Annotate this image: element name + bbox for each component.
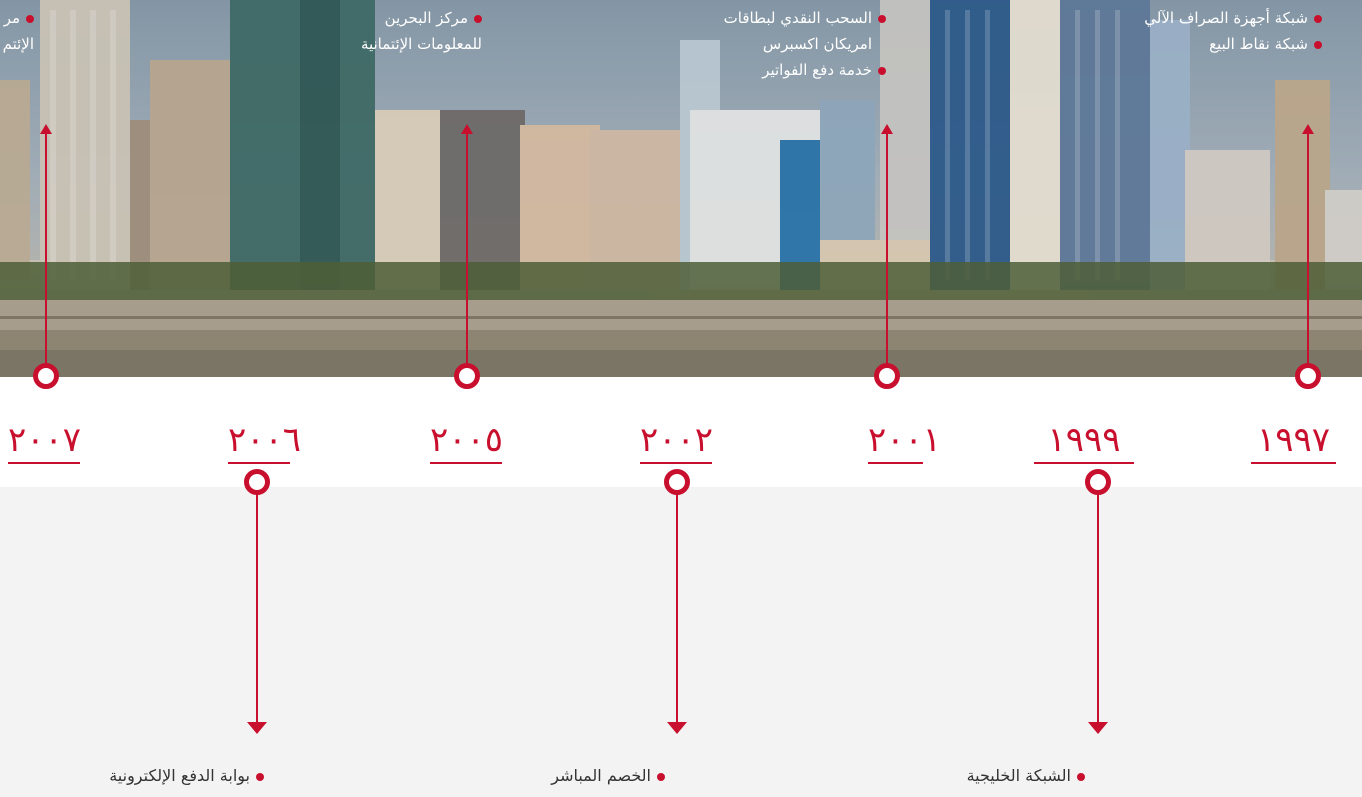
milestone-notes-2006: بوابة الدفع الإلكترونية <box>109 763 264 789</box>
arrow-down-icon <box>247 722 267 734</box>
lower-area <box>0 487 1362 797</box>
year-label: ١٩٩٧ <box>1256 420 1331 460</box>
bullet-icon <box>878 14 886 23</box>
timeline-node-1999[interactable] <box>1085 469 1111 495</box>
milestone-item: مر <box>3 5 34 31</box>
bullet-icon <box>1314 14 1322 23</box>
arrow-up-icon <box>461 124 473 134</box>
milestone-item: خدمة دفع الفواتير <box>724 57 886 83</box>
timeline-node-1997[interactable] <box>1295 363 1321 389</box>
year-underline <box>1034 462 1134 464</box>
bullet-icon <box>1314 40 1322 49</box>
arrow-up-icon <box>881 124 893 134</box>
bullet-icon <box>26 14 34 23</box>
timeline-node-2002[interactable] <box>664 469 690 495</box>
bullet-icon <box>1077 772 1085 781</box>
arrow-up-icon <box>40 124 52 134</box>
connector-line <box>45 134 47 366</box>
timeline-node-2001[interactable] <box>874 363 900 389</box>
year-underline <box>868 462 923 464</box>
connector-line <box>256 494 258 724</box>
bullet-icon <box>474 14 482 23</box>
milestone-notes-2007: مر الإئتم <box>3 5 34 57</box>
milestone-item: مركز البحرين <box>361 5 482 31</box>
connector-line <box>466 134 468 366</box>
connector-line <box>1307 134 1309 366</box>
bullet-icon <box>256 772 264 781</box>
year-label: ٢٠٠٢ <box>640 420 714 460</box>
timeline-section: ١٩٩٧ ١٩٩٩ ٢٠٠١ ٢٠٠٢ ٢٠٠٥ ٢٠٠٦ ٢٠٠٧ شبكة … <box>0 0 1362 797</box>
milestone-notes-2005: مركز البحرين للمعلومات الإئتمانية <box>361 5 482 57</box>
milestone-notes-1999: الشبكة الخليجية <box>967 763 1085 789</box>
milestone-notes-2001: السحب النقدي لبطاقات امريكان اكسبرس خدمة… <box>724 5 886 83</box>
year-underline <box>8 462 80 464</box>
milestone-item: شبكة نقاط البيع <box>1144 31 1322 57</box>
arrow-down-icon <box>667 722 687 734</box>
milestone-notes-2002: الخصم المباشر <box>551 763 665 789</box>
arrow-down-icon <box>1088 722 1108 734</box>
milestone-item: الإئتم <box>2 35 34 53</box>
milestone-item: السحب النقدي لبطاقات <box>724 5 886 31</box>
year-label: ٢٠٠٧ <box>8 420 82 460</box>
arrow-up-icon <box>1302 124 1314 134</box>
milestone-item: امريكان اكسبرس <box>762 35 872 53</box>
timeline-node-2005[interactable] <box>454 363 480 389</box>
year-label: ٢٠٠٦ <box>228 420 302 460</box>
timeline-node-2006[interactable] <box>244 469 270 495</box>
connector-line <box>676 494 678 724</box>
year-label: ٢٠٠١ <box>868 420 942 460</box>
year-label: ١٩٩٩ <box>1047 420 1121 460</box>
year-underline <box>228 462 290 464</box>
timeline-node-2007[interactable] <box>33 363 59 389</box>
milestone-item: شبكة أجهزة الصراف الآلي <box>1144 5 1322 31</box>
milestone-notes-1997: شبكة أجهزة الصراف الآلي شبكة نقاط البيع <box>1144 5 1322 57</box>
connector-line <box>1097 494 1099 724</box>
connector-line <box>886 134 888 366</box>
bullet-icon <box>657 772 665 781</box>
bullet-icon <box>878 66 886 75</box>
year-label: ٢٠٠٥ <box>430 420 504 460</box>
year-underline <box>1251 462 1336 464</box>
year-underline <box>430 462 502 464</box>
milestone-item: للمعلومات الإئتمانية <box>360 35 482 53</box>
year-underline <box>640 462 712 464</box>
